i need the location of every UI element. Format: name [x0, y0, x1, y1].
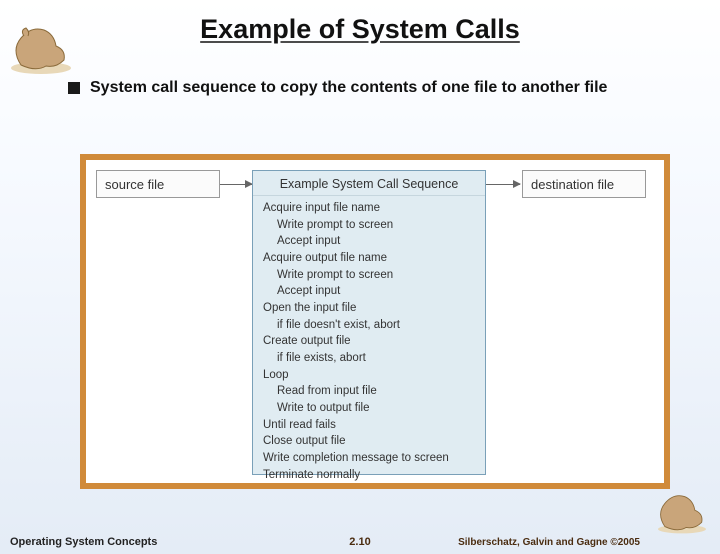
step: Write prompt to screen: [263, 267, 477, 284]
step: Accept input: [263, 233, 477, 250]
footer-book-title: Operating System Concepts: [10, 536, 157, 548]
sequence-body: Acquire input file name Write prompt to …: [253, 196, 485, 489]
step: if file exists, abort: [263, 350, 477, 367]
figure-canvas: source file Example System Call Sequence…: [86, 160, 664, 483]
destination-file-box: destination file: [522, 170, 646, 198]
square-bullet-icon: [68, 82, 80, 94]
step: Loop: [263, 367, 477, 384]
step: Open the input file: [263, 300, 477, 317]
step: Create output file: [263, 333, 477, 350]
footer-slide-number: 2.10: [349, 536, 370, 548]
step: Terminate normally: [263, 467, 477, 484]
step: Until read fails: [263, 417, 477, 434]
sequence-box: Example System Call Sequence Acquire inp…: [252, 170, 486, 475]
step: Write completion message to screen: [263, 450, 477, 467]
bullet-text: System call sequence to copy the content…: [90, 79, 607, 97]
step: Accept input: [263, 283, 477, 300]
sequence-title: Example System Call Sequence: [253, 171, 485, 196]
dinosaur-logo-top: [6, 20, 76, 75]
step: Write prompt to screen: [263, 217, 477, 234]
slide-title: Example of System Calls: [0, 14, 720, 45]
figure-frame: source file Example System Call Sequence…: [80, 154, 670, 489]
arrow-right-icon: [220, 184, 252, 185]
dinosaur-icon: [652, 488, 712, 535]
arrow-right-icon: [486, 184, 520, 185]
dinosaur-icon: [6, 20, 76, 75]
bullet-item: System call sequence to copy the content…: [68, 79, 720, 97]
source-file-box: source file: [96, 170, 220, 198]
step: Read from input file: [263, 383, 477, 400]
step: Write to output file: [263, 400, 477, 417]
step: Close output file: [263, 433, 477, 450]
dinosaur-logo-bottom: [652, 488, 712, 536]
step: Acquire input file name: [263, 200, 477, 217]
step: Acquire output file name: [263, 250, 477, 267]
step: if file doesn't exist, abort: [263, 317, 477, 334]
footer-authors: Silberschatz, Galvin and Gagne ©2005: [458, 537, 640, 548]
